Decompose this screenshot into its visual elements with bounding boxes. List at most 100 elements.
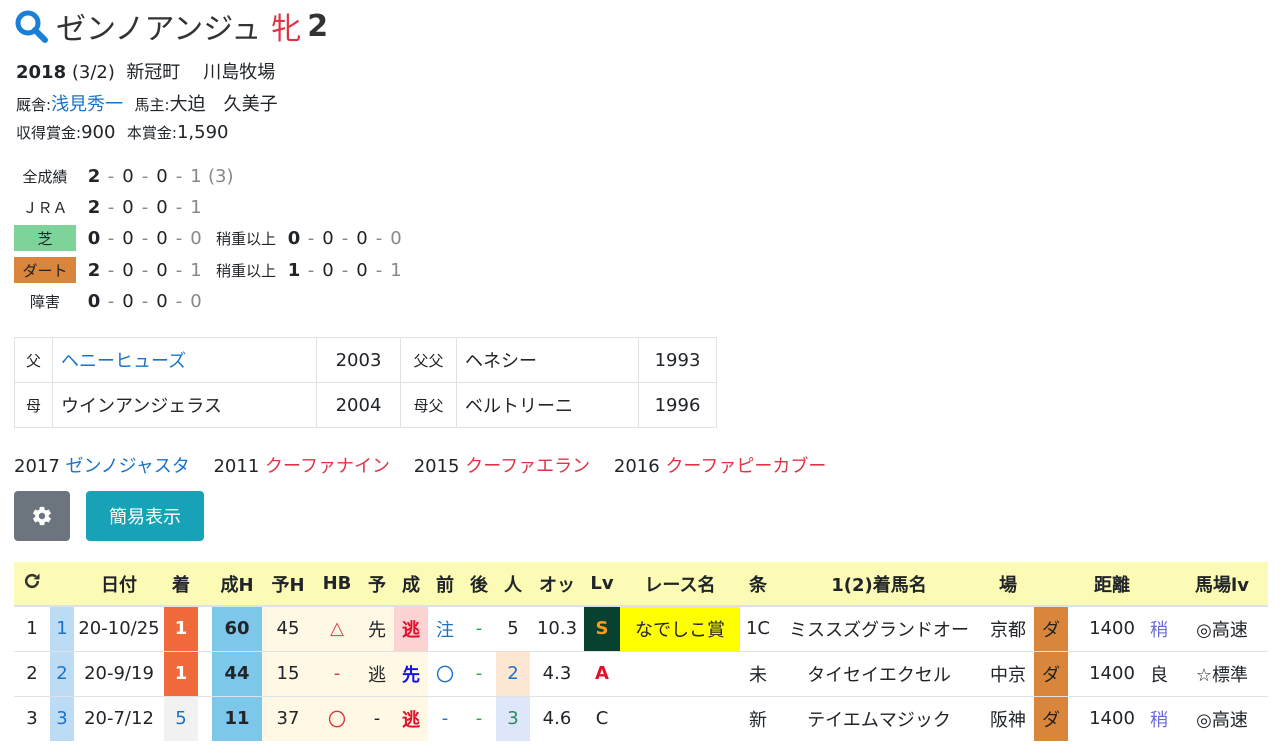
record-row-jump: 障害 0- 0- 0- 0 [14, 287, 204, 315]
going: 稍 [1142, 605, 1176, 651]
col-header-mae[interactable]: 前 [428, 562, 462, 607]
race-level: A [584, 650, 620, 696]
col-header-odds[interactable]: オッ [530, 562, 584, 607]
trainer-link[interactable]: 浅見秀一 [51, 94, 123, 115]
dam-label: 母 [14, 382, 53, 428]
row-idx: 2 [50, 650, 74, 696]
col-header-seiH[interactable]: 成H [212, 562, 262, 607]
search-icon[interactable] [14, 9, 48, 43]
owner-label: 馬主: [134, 96, 170, 114]
birth-region: 新冠町 [126, 62, 181, 83]
odds: 10.3 [530, 605, 584, 651]
sibling-year: 2016 [613, 456, 660, 477]
going-level: ◎高速 [1176, 605, 1268, 651]
col-header-rank[interactable]: 着 [164, 562, 198, 607]
simple-view-button[interactable]: 簡易表示 [86, 491, 204, 541]
col-header-winner[interactable]: 1(2)着馬名 [776, 562, 982, 607]
race-level: C [584, 695, 620, 741]
record-row-all: 全成績 2- 0- 0- 1 (3) [14, 162, 233, 190]
front-mark: 注 [428, 605, 462, 651]
sire-sire-year: 1993 [638, 337, 717, 383]
race-name[interactable]: なでしこ賞 [620, 605, 740, 651]
horse-title: ゼンノアンジュ 牝 2 [14, 4, 328, 48]
sire-link[interactable]: ヘニーヒューズ [52, 337, 317, 383]
odds: 4.3 [530, 650, 584, 696]
record-sub-second: 0 [322, 259, 334, 281]
sire-year: 2003 [316, 337, 401, 383]
sibling-link[interactable]: クーファナイン [265, 456, 390, 477]
row-no: 1 [14, 605, 50, 651]
front-mark: 〇 [428, 650, 462, 696]
settings-button[interactable] [14, 491, 70, 541]
col-header-sei[interactable]: 成 [394, 562, 428, 607]
race-table-header: 日付 着 成H 予H HB 予 成 前 後 人 オッ Lv レース名 条 1(2… [14, 562, 1268, 607]
sibling-year: 2015 [413, 456, 460, 477]
record-row-turf: 芝 0- 0- 0- 0 稍重以上 0- 0- 0- 0 [14, 224, 404, 252]
col-header-lv[interactable]: Lv [584, 562, 620, 607]
col-header-yo[interactable]: 予 [360, 562, 394, 607]
race-name[interactable] [620, 650, 740, 696]
winner-name[interactable]: ミススズグランドオー [776, 605, 982, 651]
col-header [1034, 562, 1068, 607]
race-date: 20-7/12 [74, 695, 164, 741]
refresh-header[interactable] [14, 562, 50, 607]
record-third: 0 [156, 165, 168, 187]
record-wins: 0 [87, 290, 101, 312]
spacer [198, 695, 212, 741]
sibling-link[interactable]: クーファピーカブー [665, 456, 826, 477]
col-header-hb[interactable]: HB [314, 562, 360, 607]
record-label: 全成績 [22, 167, 68, 186]
col-header-ato[interactable]: 後 [462, 562, 496, 607]
col-header-babalv[interactable]: 馬場lv [1176, 562, 1268, 607]
sibling-link[interactable]: ゼンノジャスタ [66, 456, 190, 477]
col-header-dist[interactable]: 距離 [1082, 562, 1142, 607]
earned-label: 収得賞金: [16, 124, 82, 142]
row-no: 2 [14, 650, 50, 696]
sibling-link[interactable]: クーファエラン [465, 456, 590, 477]
race-name[interactable] [620, 695, 740, 741]
race-level: S [584, 605, 620, 651]
table-row[interactable]: 1 1 20-10/25 1 60 45 △ 先 逃 注 - 5 10.3 S … [14, 605, 1268, 651]
hb-mark: - [314, 650, 360, 696]
track-type: ダ [1034, 695, 1068, 741]
row-idx: 1 [50, 605, 74, 651]
record-label-dirt: ダート [14, 257, 76, 283]
birth-info: 2018 (3/2) 新冠町 川島牧場 [16, 58, 275, 84]
refresh-icon[interactable] [22, 571, 42, 591]
pedigree-row-dam: 母 ウインアンジェラス 2004 母父 ベルトリーニ 1996 [14, 382, 717, 428]
race-condition: 1C [740, 605, 776, 651]
earned: 900 [81, 122, 116, 143]
table-row[interactable]: 2 2 20-9/19 1 44 15 - 逃 先 〇 - 2 4.3 A 未 … [14, 650, 1268, 696]
result-handicap: 11 [212, 695, 262, 741]
race-condition: 未 [740, 650, 776, 696]
col-header-race[interactable]: レース名 [620, 562, 740, 607]
col-header-date[interactable]: 日付 [74, 562, 164, 607]
birth-date: (3/2) [71, 62, 115, 83]
col-header-place[interactable]: 場 [982, 562, 1034, 607]
race-condition: 新 [740, 695, 776, 741]
back-mark: - [462, 650, 496, 696]
col-header-ninki[interactable]: 人 [496, 562, 530, 607]
going: 稍 [1142, 695, 1176, 741]
connections: 厩舎:浅見秀一 馬主:大迫 久美子 [16, 90, 278, 116]
sire-label: 父 [14, 337, 53, 383]
record-third: 0 [156, 196, 168, 218]
winner-name[interactable]: テイエムマジック [776, 695, 982, 741]
spacer [1068, 650, 1082, 696]
result-handicap: 44 [212, 650, 262, 696]
col-header-yoH[interactable]: 予H [262, 562, 314, 607]
record-wins: 2 [87, 165, 101, 187]
col-header-cond[interactable]: 条 [740, 562, 776, 607]
predicted-handicap: 37 [262, 695, 314, 741]
record-row-dirt: ダート 2- 0- 0- 1 稍重以上 1- 0- 0- 1 [14, 256, 404, 284]
row-idx: 3 [50, 695, 74, 741]
going: 良 [1142, 650, 1176, 696]
horse-sex: 牝 [271, 12, 302, 47]
winner-name[interactable]: タイセイエクセル [776, 650, 982, 696]
record-row-jra: ＪＲＡ 2- 0- 0- 1 [14, 193, 204, 221]
table-row[interactable]: 3 3 20-7/12 5 11 37 〇 - 逃 - - 3 4.6 C 新 … [14, 695, 1268, 741]
record-other: 0 [190, 227, 202, 249]
record-label: 障害 [29, 292, 60, 311]
sire-sire-label: 父父 [400, 337, 457, 383]
spacer [1068, 605, 1082, 651]
